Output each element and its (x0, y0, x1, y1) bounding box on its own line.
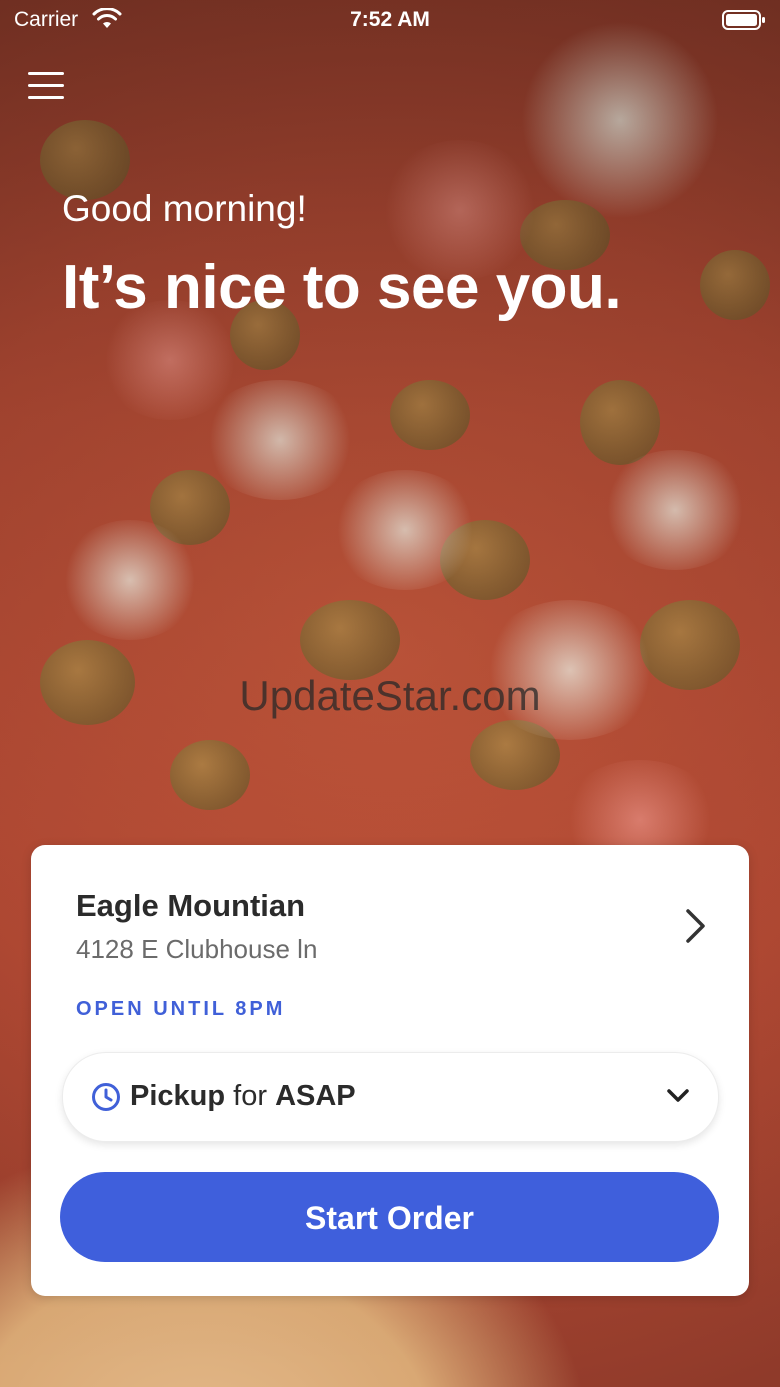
store-name: Eagle Mountian (76, 888, 306, 923)
chevron-right-icon (685, 908, 707, 949)
store-address: 4128 E Clubhouse ln (76, 934, 318, 964)
order-mode-connector: for (233, 1080, 267, 1112)
order-card: Eagle Mountian 4128 E Clubhouse ln OPEN … (31, 845, 749, 1296)
store-hours: OPEN UNTIL 8PM (76, 998, 286, 1020)
greeting-text: Good morning! (62, 188, 307, 229)
start-order-button[interactable]: Start Order (60, 1172, 719, 1262)
order-time-label: ASAP (275, 1080, 356, 1112)
status-time: 7:52 AM (350, 8, 430, 31)
order-mode-label: Pickup (130, 1080, 226, 1112)
order-mode-text: Pickup for ASAP (130, 1080, 356, 1113)
watermark: UpdateStar.com (239, 672, 541, 719)
chevron-down-icon (666, 1088, 690, 1109)
order-mode-dropdown[interactable]: Pickup for ASAP (62, 1052, 719, 1142)
clock-icon (91, 1082, 121, 1117)
store-selector[interactable]: Eagle Mountian 4128 E Clubhouse ln (31, 845, 749, 975)
headline-text: It’s nice to see you. (62, 253, 622, 322)
status-bar: Carrier 7:52 AM (0, 0, 780, 40)
hamburger-menu-icon[interactable] (28, 72, 64, 106)
battery-icon (722, 9, 766, 37)
